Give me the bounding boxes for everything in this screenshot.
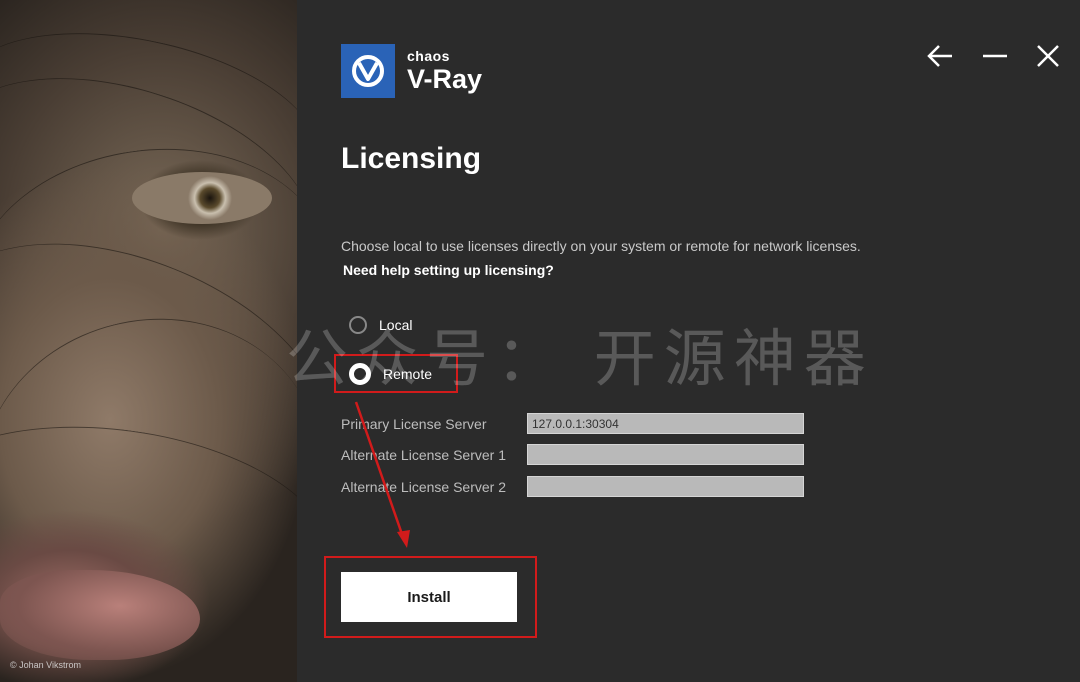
brand-company: chaos <box>407 48 450 64</box>
alternate-server-1-input[interactable] <box>527 444 804 465</box>
page-title: Licensing <box>341 142 482 175</box>
page-description: Choose local to use licenses directly on… <box>341 238 861 254</box>
annotation-box-remote <box>334 354 458 393</box>
alternate-server-2-input[interactable] <box>527 476 804 497</box>
help-link[interactable]: Need help setting up licensing? <box>343 262 554 278</box>
alternate-server-2-label: Alternate License Server 2 <box>341 478 506 495</box>
alternate-server-1-row: Alternate License Server 1 <box>341 444 804 465</box>
photo-credit: © Johan Vikstrom <box>10 660 81 670</box>
alternate-server-1-label: Alternate License Server 1 <box>341 446 506 463</box>
eye-shape <box>132 172 272 224</box>
back-button[interactable] <box>926 42 954 70</box>
minimize-button[interactable] <box>981 42 1009 70</box>
hero-artwork: © Johan Vikstrom <box>0 0 297 682</box>
brand-product: V-Ray <box>407 64 483 94</box>
alternate-server-2-row: Alternate License Server 2 <box>341 476 804 497</box>
arrow-left-icon <box>927 45 952 67</box>
minimize-icon <box>983 54 1007 58</box>
radio-local[interactable]: Local <box>349 316 412 334</box>
primary-server-input[interactable] <box>527 413 804 434</box>
radio-local-label: Local <box>379 317 413 333</box>
primary-server-label: Primary License Server <box>341 415 487 432</box>
install-button[interactable]: Install <box>341 572 517 622</box>
installer-panel: chaos V-Ray Licensing Choose local to us… <box>297 0 1080 682</box>
radio-local-indicator[interactable] <box>349 316 367 334</box>
primary-server-row: Primary License Server <box>341 413 804 434</box>
close-icon <box>1037 45 1059 67</box>
close-button[interactable] <box>1034 42 1062 70</box>
vray-logo-icon <box>341 44 395 98</box>
